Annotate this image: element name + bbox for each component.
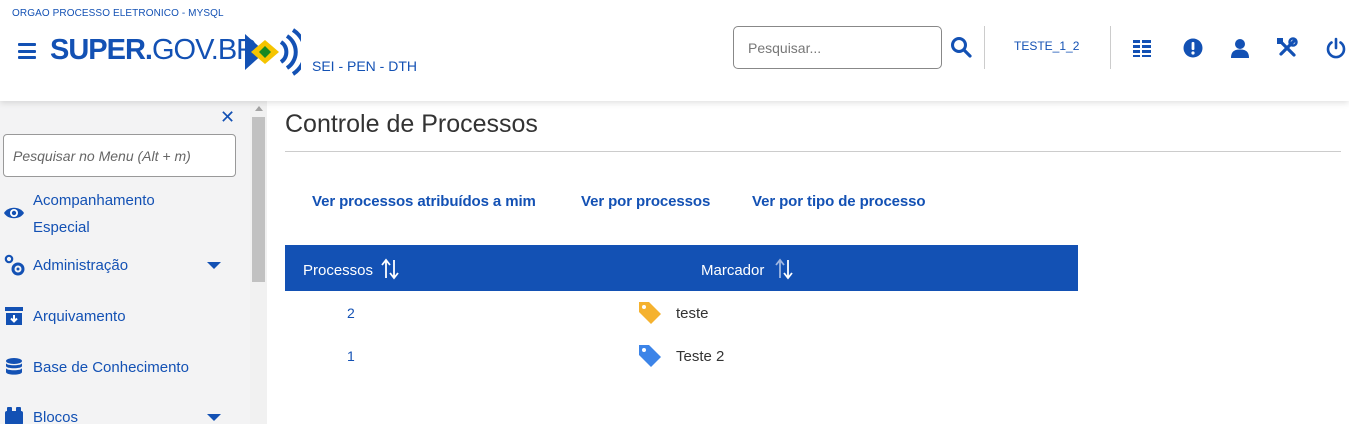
sidebar-item-label: Acompanhamento: [33, 192, 155, 209]
sidebar-menu: ✕ Acompanhamento Especial Administração …: [0, 101, 267, 424]
header-divider: [1110, 26, 1111, 69]
logo-light: GOV.BR: [151, 34, 257, 66]
sidebar-item-administracao[interactable]: Administração: [0, 252, 250, 280]
database-icon: [6, 358, 22, 375]
sidebar-item-acompanhamento-especial[interactable]: Acompanhamento Especial: [0, 187, 250, 241]
sidebar-scrollbar[interactable]: [250, 101, 267, 424]
link-processos-atribuidos[interactable]: Ver processos atribuídos a mim: [312, 193, 536, 210]
scroll-up-arrow-icon[interactable]: [255, 106, 263, 111]
sidebar-item-base-de-conhecimento[interactable]: Base de Conhecimento: [0, 354, 250, 382]
page-title: Controle de Processos: [285, 110, 538, 138]
sidebar-item-label: Arquivamento: [33, 308, 126, 325]
sidebar-item-label: Administração: [33, 257, 129, 274]
org-label: ORGAO PROCESSO ELETRONICO - MYSQL: [12, 8, 224, 19]
tag-icon: [639, 345, 661, 367]
processos-count-link[interactable]: 1: [347, 348, 355, 364]
column-header-processos[interactable]: Processos: [303, 262, 373, 279]
scroll-thumb[interactable]: [252, 117, 265, 282]
link-ver-por-processos[interactable]: Ver por processos: [581, 193, 710, 210]
chevron-down-icon[interactable]: [207, 262, 221, 269]
table-row: 2 teste: [285, 291, 1078, 334]
logo-mark-icon: [245, 28, 301, 76]
power-icon[interactable]: [1325, 37, 1347, 59]
marcador-label: teste: [676, 305, 709, 322]
processes-table: Processos Marcador 2 teste 1 Teste 2: [285, 245, 1078, 377]
sidebar-item-arquivamento[interactable]: Arquivamento: [0, 303, 250, 331]
sidebar-item-label: Blocos: [33, 409, 79, 424]
archive-icon: [5, 307, 23, 325]
search-input[interactable]: [733, 26, 942, 69]
title-divider: [285, 151, 1341, 152]
blocks-icon: [5, 407, 23, 424]
marcador-label: Teste 2: [676, 348, 725, 365]
user-name[interactable]: TESTE_1_2: [1014, 39, 1079, 53]
column-header-marcador[interactable]: Marcador: [701, 262, 764, 279]
close-icon[interactable]: ✕: [220, 108, 235, 126]
table-header: Processos Marcador: [285, 245, 1078, 291]
header-divider: [984, 26, 985, 69]
processos-count-link[interactable]: 2: [347, 305, 355, 321]
chevron-down-icon[interactable]: [207, 414, 221, 421]
logo: SUPER.GOV.BR: [50, 34, 257, 67]
search-icon[interactable]: [950, 36, 972, 58]
tools-icon[interactable]: [1276, 37, 1298, 59]
menu-icon[interactable]: [18, 43, 36, 59]
system-subtitle: SEI - PEN - DTH: [312, 58, 418, 74]
sidebar-item-label: Base de Conhecimento: [33, 359, 189, 376]
sort-icon[interactable]: [380, 258, 400, 280]
sidebar-item-blocos[interactable]: Blocos: [0, 404, 250, 424]
link-ver-por-tipo[interactable]: Ver por tipo de processo: [752, 193, 926, 210]
sidebar-item-label: Especial: [33, 219, 90, 236]
logo-bold: SUPER.: [50, 34, 153, 66]
menu-search-input[interactable]: [3, 134, 236, 177]
sort-icon[interactable]: [774, 258, 794, 280]
list-icon[interactable]: [1131, 37, 1153, 59]
eye-icon: [4, 207, 24, 219]
tag-icon: [639, 302, 661, 324]
table-row: 1 Teste 2: [285, 334, 1078, 377]
alert-icon[interactable]: [1182, 37, 1204, 59]
user-icon[interactable]: [1229, 37, 1251, 59]
top-header: ORGAO PROCESSO ELETRONICO - MYSQL SUPER.…: [0, 0, 1349, 101]
gears-icon: [4, 254, 25, 276]
